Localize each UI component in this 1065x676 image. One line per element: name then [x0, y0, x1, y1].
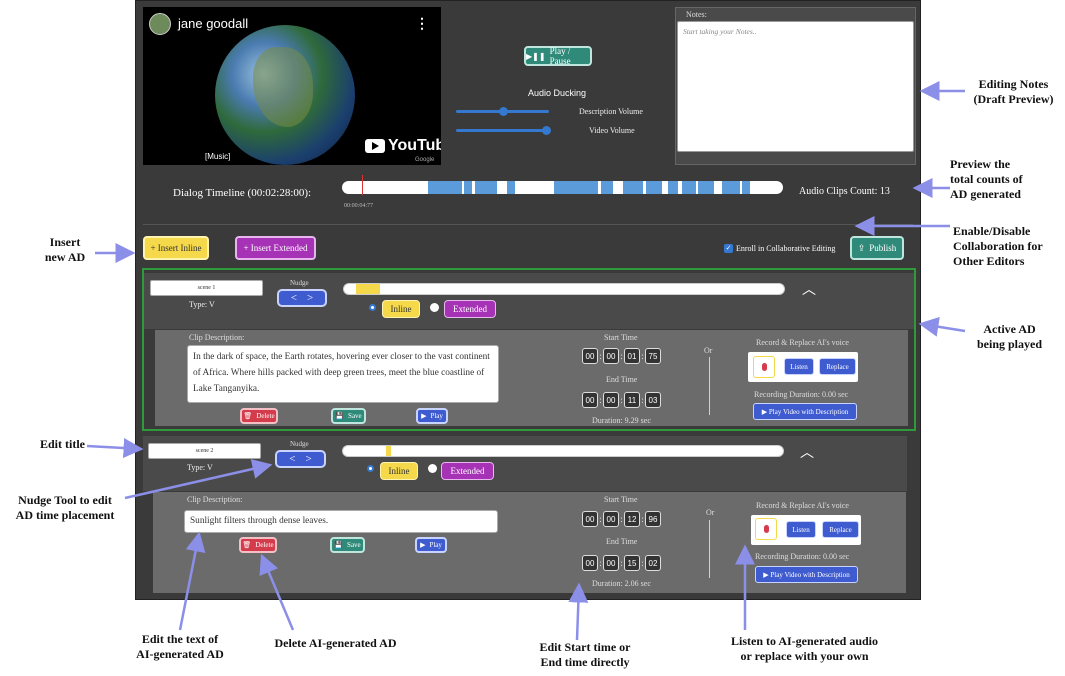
annotation-arrows: [86, 81, 966, 641]
annotation-active-ad: Active AD being played: [976, 322, 1042, 351]
annotation-insert-ad: Insert new AD: [44, 235, 86, 264]
annotation-nudge-tool: Nudge Tool to edit AD time placement: [15, 493, 115, 522]
annotation-edit-time: Edit Start time or End time directly: [539, 640, 631, 669]
annotation-preview-counts: Preview the total counts of AD generated: [950, 157, 1023, 201]
annotation-delete-ad: Delete AI-generated AD: [274, 636, 397, 650]
annotation-enable-collab: Enable/Disable Collaboration for Other E…: [953, 224, 1043, 268]
annotation-edit-text: Edit the text of AI-generated AD: [136, 632, 224, 661]
annotation-editing-notes: Editing Notes (Draft Preview): [973, 77, 1054, 106]
annotation-listen-replace: Listen to AI-generated audio or replace …: [731, 634, 878, 663]
annotation-edit-title: Edit title: [40, 437, 85, 451]
